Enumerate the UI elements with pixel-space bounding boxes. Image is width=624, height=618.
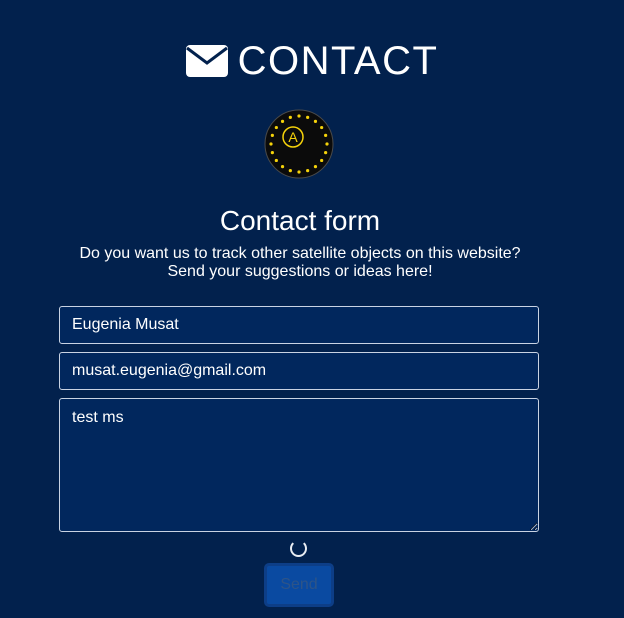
logo-star [297, 114, 301, 118]
name-field[interactable] [59, 306, 539, 344]
logo-star [320, 158, 324, 163]
logo-star [288, 169, 292, 173]
spinner-icon [290, 540, 307, 557]
logo-star [306, 169, 310, 173]
logo-star [313, 119, 318, 123]
logo-star [274, 158, 278, 163]
logo-star [274, 125, 278, 130]
message-field[interactable]: test ms [59, 398, 539, 532]
logo-star [325, 142, 329, 146]
envelope-icon [185, 45, 228, 77]
logo-star [306, 115, 310, 119]
logo-star [288, 115, 292, 119]
logo-star [280, 119, 285, 123]
send-button[interactable]: Send [264, 563, 334, 607]
logo-star [297, 170, 301, 174]
logo-star [270, 151, 274, 155]
logo-star [324, 133, 328, 137]
logo-star [280, 165, 285, 169]
logo-letter: A [288, 129, 298, 145]
logo-star [320, 125, 324, 130]
form-description-line-1: Do you want us to track other satellite … [79, 245, 521, 262]
form-description-line-2: Send your suggestions or ideas here! [167, 263, 433, 280]
logo-star [324, 151, 328, 155]
form-description: Do you want us to track other satellite … [0, 245, 600, 281]
page-header: CONTACT [0, 38, 624, 84]
contact-page: CONTACT A Contact form Do you want us to… [0, 0, 624, 618]
logo-star [270, 133, 274, 137]
email-field[interactable] [59, 352, 539, 390]
page-title: CONTACT [237, 39, 439, 83]
logo-star [269, 142, 273, 146]
site-logo: A [264, 109, 334, 179]
form-title: Contact form [219, 205, 381, 236]
logo-star [313, 165, 318, 169]
